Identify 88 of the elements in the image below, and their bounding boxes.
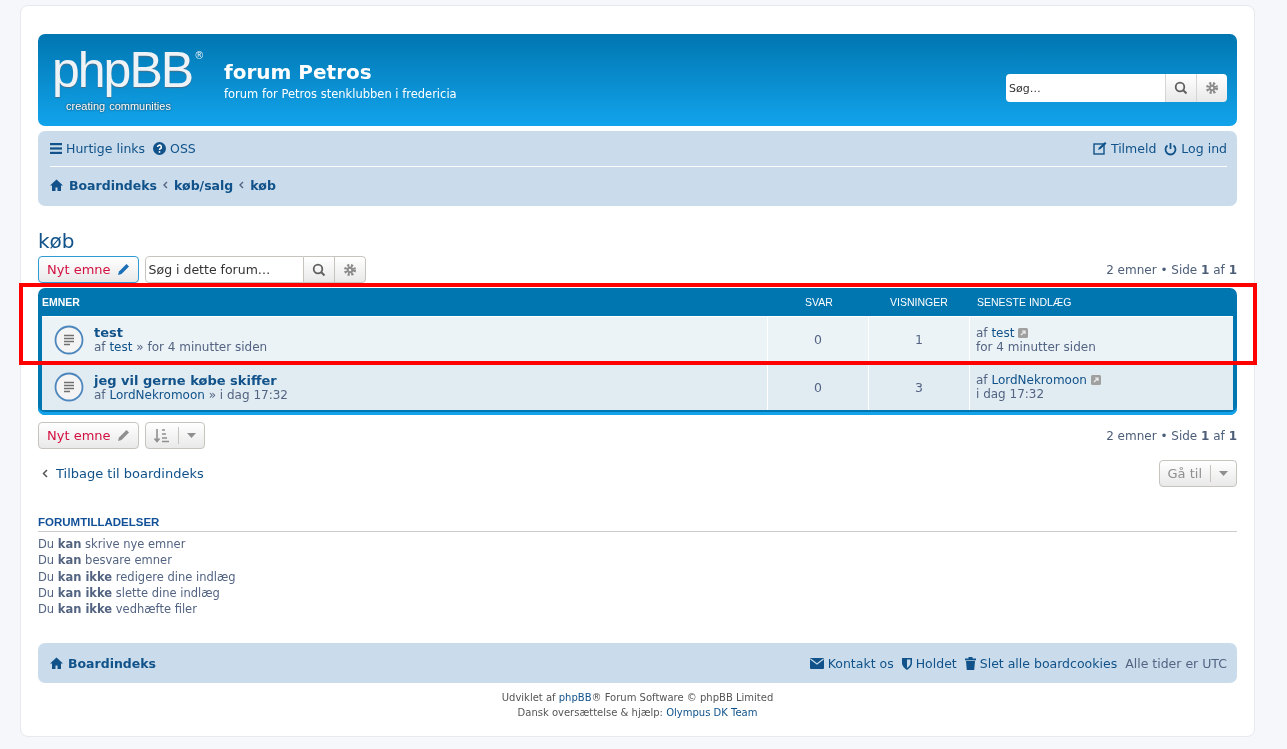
topic-title-link[interactable]: test	[94, 325, 268, 340]
copyright-text: Dansk oversættelse & hjælp: Olympus DK Team	[517, 706, 758, 721]
last-post-author: af test	[976, 325, 1015, 340]
chevron-left-icon	[163, 181, 169, 189]
home-icon	[50, 179, 63, 191]
register-link[interactable]: Tilmeld	[1092, 141, 1157, 156]
column-header: SVAR	[804, 296, 834, 308]
registered-mark: ®	[194, 50, 205, 61]
logo-wordmark: phpBB	[52, 42, 193, 100]
pencil-icon	[116, 263, 130, 276]
faq-link[interactable]: OSS	[153, 141, 196, 156]
goto-post-icon[interactable]	[1018, 327, 1029, 338]
topic-author-info: af test » for 4 minutter siden	[94, 340, 268, 354]
topic-icon	[54, 372, 84, 402]
advanced-search-button[interactable]	[1196, 74, 1227, 102]
breadcrumb-link[interactable]: køb	[250, 177, 276, 193]
power-icon	[1164, 141, 1178, 156]
permission-text: Du kan skrive nye emner	[38, 536, 187, 553]
sort-icon	[153, 428, 170, 443]
breadcrumb-link[interactable]: køb/salg	[174, 177, 234, 193]
permissions-heading: FORUMTILLADELSER	[38, 516, 1237, 532]
jump-to-button[interactable]: Gå til	[1158, 460, 1237, 487]
logo-tagline: creating	[66, 99, 106, 112]
search-button[interactable]	[1165, 74, 1196, 102]
search-icon	[311, 262, 326, 277]
caret-icon	[1219, 471, 1228, 476]
permission-text: Du kan ikke redigere dine indlæg	[38, 568, 237, 585]
new-topic-button[interactable]: Nyt emne	[38, 256, 139, 283]
back-link[interactable]: Tilbage til boardindeks	[42, 466, 204, 481]
gear-icon	[1205, 81, 1219, 95]
replies-count: 0	[767, 364, 868, 410]
permission-text: Du kan ikke slette dine indlæg	[38, 584, 221, 602]
replies-count: 0	[767, 317, 868, 362]
last-post-author: af LordNekromoon	[976, 373, 1087, 387]
login-link[interactable]: Log ind	[1164, 141, 1227, 156]
chevron-left-icon	[239, 181, 245, 189]
views-count: 3	[868, 364, 969, 410]
trash-icon	[964, 657, 976, 670]
pagination-info: 2 emner • Side 1 af 1	[1106, 428, 1237, 443]
permission-text: Du kan besvare emner	[38, 552, 173, 569]
credit-link[interactable]: Olympus DK Team	[666, 707, 758, 719]
delete-cookies-link[interactable]: Slet alle boardcookies	[964, 656, 1118, 671]
topic-author-info: af LordNekromoon » i dag 17:32	[94, 387, 288, 402]
forum-search-field[interactable]: Søg i dette forum…	[144, 256, 304, 283]
topic-icon	[54, 324, 84, 355]
goto-post-icon[interactable]	[1090, 375, 1101, 385]
column-header: SENESTE INDLÆG	[976, 296, 1073, 308]
new-topic-button[interactable]: Nyt emne	[38, 422, 139, 449]
column-header: VISNINGER	[889, 296, 949, 308]
credit-link[interactable]: phpBB	[558, 692, 592, 704]
gear-icon	[342, 262, 357, 277]
advanced-search-button[interactable]	[334, 256, 366, 283]
search-button[interactable]	[303, 256, 335, 283]
author-link[interactable]: LordNekromoon	[109, 387, 205, 402]
author-link[interactable]: LordNekromoon	[991, 373, 1087, 387]
timezone-text: Alle tider er UTC	[1125, 656, 1227, 671]
logo-tagline: communities	[109, 99, 171, 112]
breadcrumb-link[interactable]: Boardindeks	[69, 177, 158, 193]
search-icon	[1174, 81, 1188, 95]
caret-icon	[186, 433, 196, 438]
site-description: forum for Petros stenklubben i fredericia	[224, 87, 457, 101]
question-icon	[153, 142, 167, 155]
chevron-left-icon	[42, 469, 48, 478]
permission-text: Du kan ikke vedhæfte filer	[38, 601, 198, 618]
last-post-time: i dag 17:32	[976, 387, 1046, 401]
column-header: EMNER	[42, 296, 81, 308]
views-count: 1	[868, 317, 969, 362]
quick-links-menu[interactable]: Hurtige links	[50, 141, 146, 156]
contact-link[interactable]: Kontakt os	[809, 656, 894, 671]
author-link[interactable]: test	[991, 325, 1015, 340]
site-logo[interactable]: phpBB® creating communities	[52, 42, 212, 112]
envelope-icon	[809, 658, 824, 669]
forum-title: køb	[38, 228, 76, 254]
shield-icon	[901, 657, 912, 670]
edit-icon	[1092, 142, 1107, 155]
pagination-info: 2 emner • Side 1 af 1	[1106, 262, 1237, 277]
search-field[interactable]: Søg…	[1006, 74, 1165, 102]
author-link[interactable]: test	[109, 340, 133, 354]
last-post-time: for 4 minutter siden	[976, 339, 1097, 354]
board-index-link[interactable]: Boardindeks	[50, 656, 157, 671]
site-title: forum Petros	[224, 60, 373, 84]
team-link[interactable]: Holdet	[901, 656, 957, 671]
copyright-text: Udviklet af phpBB® Forum Software © phpBB Limited	[501, 691, 774, 706]
topic-title-link[interactable]: jeg vil gerne købe skiffer	[94, 372, 288, 388]
sort-options-button[interactable]	[144, 422, 205, 449]
home-icon	[50, 657, 63, 670]
pencil-icon	[116, 429, 130, 442]
menu-icon	[50, 143, 62, 154]
